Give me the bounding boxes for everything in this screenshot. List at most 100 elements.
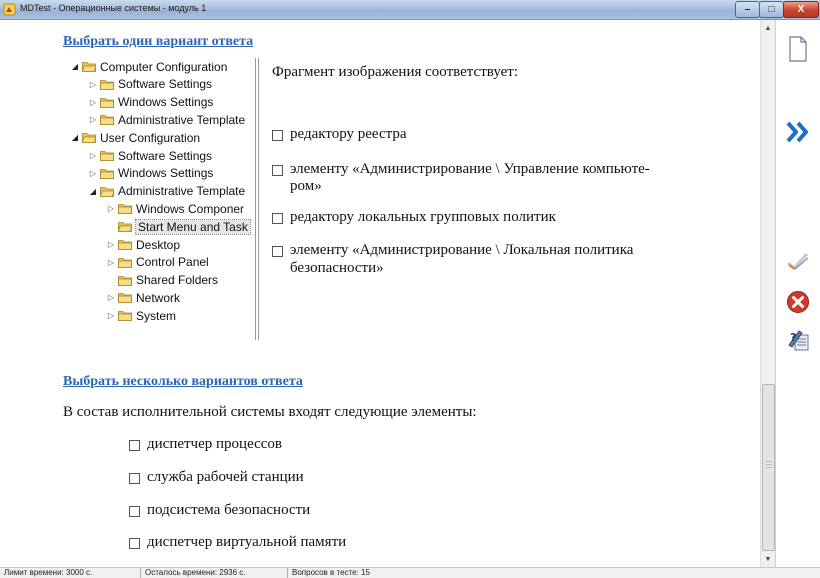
- help-icon: ?: [788, 330, 809, 351]
- folder-icon: [118, 275, 132, 286]
- answer-checkbox[interactable]: [129, 506, 140, 517]
- tree-item: ▷ Windows Componer: [106, 200, 244, 217]
- tree-item-label: Control Panel: [136, 255, 209, 270]
- question-prompt: Фрагмент изображения соответствует:: [272, 64, 518, 80]
- collapsed-arrow-icon: ▷: [107, 240, 115, 249]
- tree-item-label: Administrative Template: [118, 112, 246, 127]
- answer-text: подсистема безопасности: [147, 502, 311, 518]
- folder-icon: [100, 151, 114, 161]
- expanded-arrow-icon: ◢: [71, 62, 79, 71]
- open-folder-icon: [100, 186, 114, 197]
- collapsed-arrow-icon: ▷: [107, 293, 115, 303]
- folder-icon: [118, 311, 132, 322]
- tree-item: ▷ Desktop: [106, 236, 180, 253]
- scroll-down-icon[interactable]: ▼: [761, 553, 775, 567]
- tree-item-label: Windows Componer: [136, 201, 245, 216]
- tree-item: ◢ Administrative Template: [88, 183, 245, 200]
- answer-text: редактору реестра: [290, 126, 407, 142]
- folder-icon: [100, 168, 114, 179]
- maximize-button[interactable]: □: [759, 1, 784, 18]
- folder-icon: [100, 115, 114, 126]
- answer-text: элементу «Администрирование \ Управление…: [290, 161, 650, 177]
- tree-item: ▷ Network: [106, 289, 180, 306]
- minimize-icon: –: [744, 4, 751, 15]
- vertical-scrollbar[interactable]: ▲ — — — ▼: [760, 20, 775, 567]
- question-type-heading: Выбрать несколько вариантов ответа: [63, 374, 303, 389]
- open-folder-icon: [118, 222, 132, 233]
- maximize-icon: □: [768, 4, 775, 15]
- answer-checkbox[interactable]: [129, 440, 140, 451]
- close-button[interactable]: X: [783, 1, 819, 18]
- tree-item-label: Software Settings: [118, 77, 213, 92]
- scroll-thumb[interactable]: — — —: [762, 384, 775, 551]
- tree-item-label: Windows Settings: [118, 166, 214, 181]
- expanded-arrow-icon: ◢: [89, 186, 97, 196]
- svg-text:?: ?: [790, 331, 796, 344]
- next-question-button[interactable]: [784, 118, 812, 146]
- question-prompt: В состав исполнительной системы входят с…: [63, 404, 477, 420]
- tree-item: ▷ Software Settings: [88, 147, 212, 164]
- collapsed-arrow-icon: ▷: [89, 151, 97, 160]
- cancel-icon: [787, 291, 809, 313]
- folder-icon: [100, 97, 114, 108]
- tree-item: ▷ System: [106, 307, 176, 324]
- check-answer-icon: [787, 252, 809, 271]
- answer-checkbox[interactable]: [272, 213, 283, 224]
- folder-icon: [118, 257, 132, 268]
- tree-item-label: Network: [136, 290, 181, 305]
- tree-item-label: Desktop: [136, 237, 181, 252]
- answer-checkbox[interactable]: [272, 165, 283, 176]
- folder-icon: [100, 79, 114, 90]
- answer-text: диспетчер процессов: [147, 436, 282, 452]
- collapsed-arrow-icon: ▷: [107, 204, 115, 214]
- check-answer-button[interactable]: [784, 248, 812, 276]
- title-bar[interactable]: MDTest - Операционные системы - модуль 1…: [0, 0, 820, 20]
- answer-text-continued: ром»: [290, 178, 322, 194]
- expanded-arrow-icon: ◢: [71, 133, 79, 143]
- tree-item-label: User Configuration: [100, 130, 201, 145]
- tree-item: ▷ Software Settings: [88, 76, 212, 93]
- collapsed-arrow-icon: ▷: [107, 257, 115, 267]
- answer-checkbox[interactable]: [272, 246, 283, 257]
- collapsed-arrow-icon: ▷: [107, 311, 115, 321]
- collapsed-arrow-icon: ▷: [89, 168, 97, 178]
- test-toolbar: ?: [775, 20, 820, 567]
- answer-text: диспетчер виртуальной памяти: [147, 534, 347, 550]
- cancel-button[interactable]: [784, 288, 812, 316]
- answer-text: элементу «Администрирование \ Локальная …: [290, 242, 634, 258]
- scroll-up-icon[interactable]: ▲: [761, 22, 775, 36]
- status-bar: Лимит времени: 3000 с. Осталось времени:…: [0, 567, 820, 578]
- question-type-heading: Выбрать один вариант ответа: [63, 34, 254, 49]
- tree-item: ▷ Administrative Template: [88, 111, 245, 128]
- tree-item-label: Start Menu and Task: [135, 218, 251, 235]
- new-page-button[interactable]: [784, 35, 812, 63]
- tree-item: ▷ Windows Settings: [88, 165, 213, 182]
- open-folder-icon: [82, 62, 96, 72]
- help-button[interactable]: ?: [784, 325, 812, 353]
- tree-item-label: Windows Settings: [118, 95, 214, 110]
- new-page-icon: [789, 36, 807, 62]
- answer-text-continued: безопасности»: [290, 260, 384, 276]
- next-icon: [786, 121, 808, 143]
- answer-checkbox[interactable]: [129, 538, 140, 549]
- answer-text: редактору локальных групповых политик: [290, 209, 556, 225]
- tree-item-label: Software Settings: [118, 148, 213, 163]
- folder-icon: [118, 204, 132, 215]
- tree-item-label: Shared Folders: [136, 273, 219, 288]
- app-icon: [3, 3, 16, 16]
- tree-item: ▷ Control Panel: [106, 254, 209, 271]
- answer-checkbox[interactable]: [129, 473, 140, 484]
- minimize-button[interactable]: –: [735, 1, 760, 18]
- tree-item: ◢ User Configuration: [70, 129, 200, 146]
- collapsed-arrow-icon: ▷: [89, 97, 97, 107]
- grip-icon: — — —: [766, 459, 772, 471]
- tree-item-label: Computer Configuration: [100, 59, 228, 74]
- tree-item-label: System: [136, 308, 177, 323]
- folder-icon: [118, 240, 132, 250]
- window-title: MDTest - Операционные системы - модуль 1: [20, 3, 207, 13]
- tree-item: ◢ Computer Configuration: [70, 58, 227, 75]
- open-folder-icon: [82, 133, 96, 144]
- folder-icon: [118, 293, 132, 304]
- collapsed-arrow-icon: ▷: [89, 79, 97, 89]
- answer-checkbox[interactable]: [272, 130, 283, 141]
